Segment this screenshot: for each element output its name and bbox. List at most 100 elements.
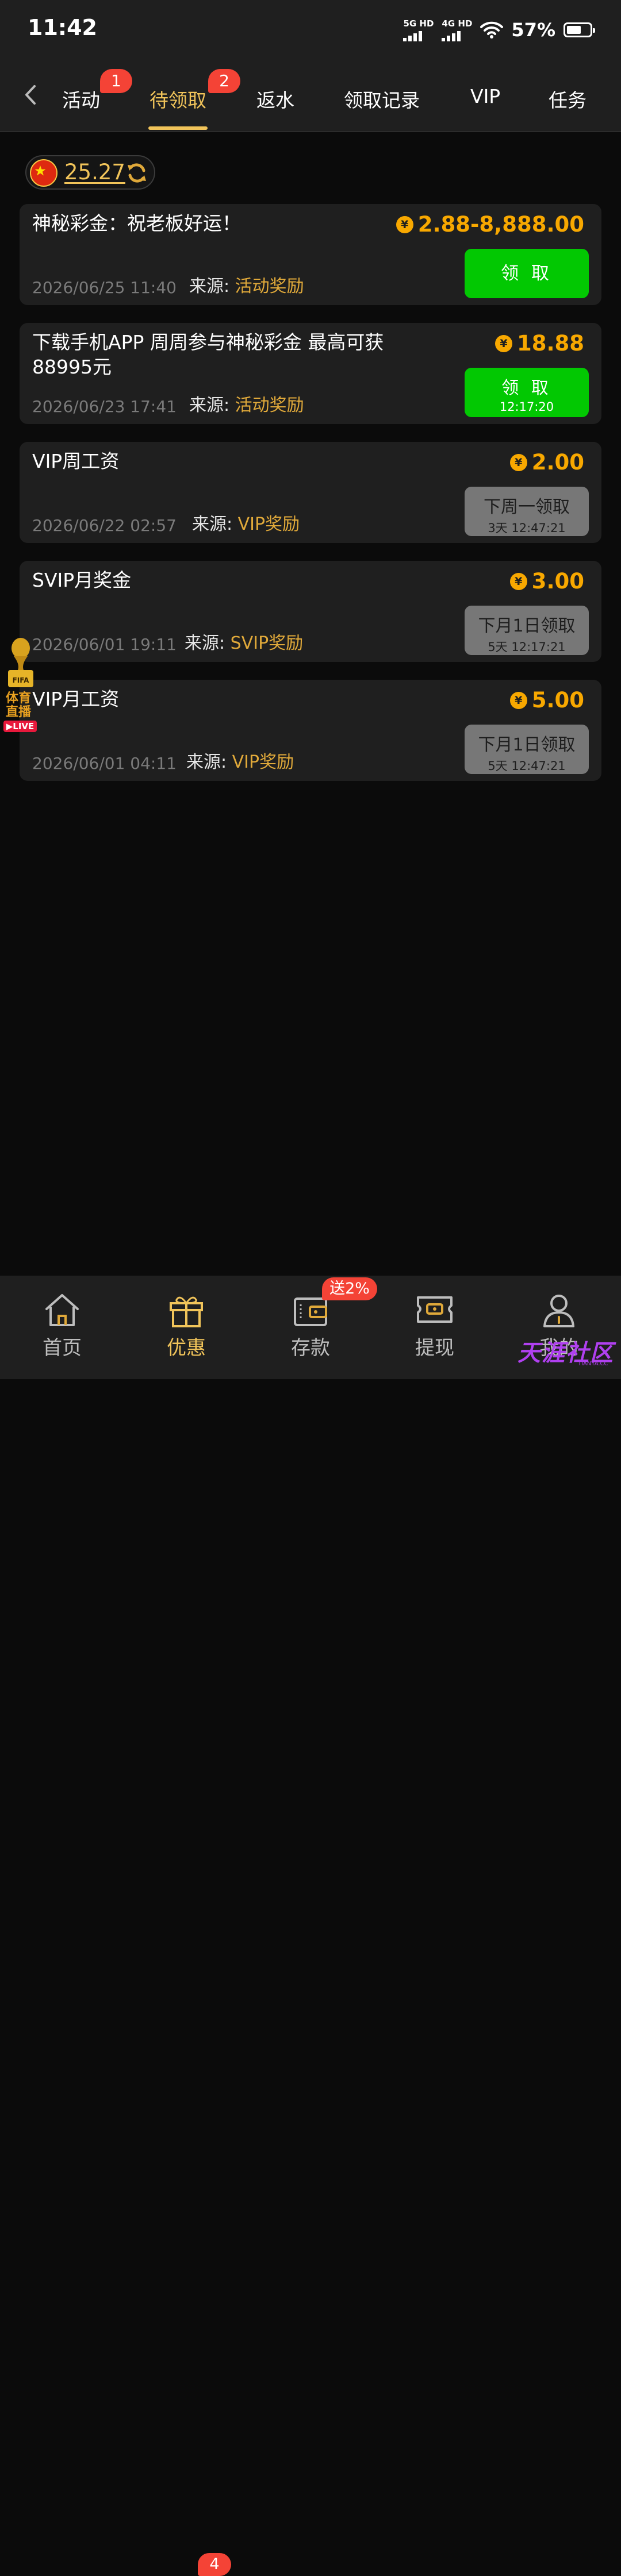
reward-date: 2026/06/01 19:11 <box>32 635 177 654</box>
china-flag-icon <box>30 159 57 187</box>
live-label: 直播 <box>6 705 32 719</box>
reward-title: VIP周工资 <box>32 450 120 472</box>
nav-home-label: 首页 <box>43 1337 82 1360</box>
tab-rebate[interactable]: 返水 <box>256 85 294 113</box>
tab-pending-claim[interactable]: 待领取 <box>150 85 206 113</box>
reward-amount-value: 3.00 <box>531 569 584 594</box>
source-prefix: 来源: <box>189 276 235 297</box>
claim-disabled-button[interactable]: 下周一领取 3天 12:47:21 <box>465 487 589 536</box>
reward-amount: ¥ 5.00 <box>509 688 584 713</box>
reward-amount: ¥ 2.88-8,888.00 <box>396 212 584 237</box>
nav-promotions[interactable]: 优惠 <box>146 1292 227 1360</box>
cash-icon <box>417 1296 453 1323</box>
claim-button[interactable]: 领 取 12:17:20 <box>465 368 589 417</box>
signal-4g: 4G HD <box>442 19 472 41</box>
tab-tasks[interactable]: 任务 <box>549 85 586 113</box>
reward-card: 神秘彩金：祝老板好运！ ¥ 2.88-8,888.00 2026/06/25 1… <box>20 204 601 305</box>
reward-source: 来源: VIP奖励 <box>186 748 294 773</box>
yen-coin-icon: ¥ <box>396 215 413 233</box>
back-arrow-icon[interactable] <box>17 80 46 109</box>
sports-live-floating-button[interactable]: FIFA 体育 直播 ▶LIVE <box>2 637 38 733</box>
claim-button-label: 领 取 <box>501 263 553 284</box>
gift-icon <box>170 1296 203 1327</box>
source-prefix: 来源: <box>185 633 231 653</box>
network-label-1: 5G HD <box>403 18 434 29</box>
claim-button-label: 下月1日领取 <box>478 735 576 755</box>
reward-source: 来源: 活动奖励 <box>189 272 304 297</box>
tab-bar: 活动 1 待领取 2 返水 领取记录 VIP 任务 <box>0 57 621 132</box>
tab-activities[interactable]: 活动 <box>62 85 100 113</box>
wifi-icon <box>480 21 504 38</box>
tab-vip[interactable]: VIP <box>470 85 500 107</box>
home-icon <box>45 1294 79 1326</box>
user-icon <box>543 1295 574 1327</box>
signal-5g: 5G HD <box>403 19 434 41</box>
claim-disabled-button[interactable]: 下月1日领取 5天 12:17:21 <box>465 606 589 655</box>
nav-withdraw[interactable]: 提现 <box>394 1292 475 1360</box>
claim-countdown: 12:17:20 <box>499 400 554 414</box>
source-prefix: 来源: <box>192 514 238 534</box>
reward-source: 来源: SVIP奖励 <box>185 629 303 654</box>
yen-coin-icon: ¥ <box>494 334 512 352</box>
claim-button-label: 下周一领取 <box>484 497 570 517</box>
source-value: VIP奖励 <box>237 514 300 534</box>
reward-date: 2026/06/23 17:41 <box>32 397 177 416</box>
reward-title: 神秘彩金：祝老板好运！ <box>32 212 241 234</box>
reward-title: SVIP月奖金 <box>32 569 132 591</box>
yen-coin-icon: ¥ <box>509 453 527 471</box>
signal-bars-icon <box>442 30 461 41</box>
balance-pill: 25.27 <box>25 155 155 190</box>
claim-button-label: 下月1日领取 <box>478 616 576 636</box>
source-value: 活动奖励 <box>235 276 304 297</box>
trophy-icon: FIFA <box>8 638 33 687</box>
clock: 11:42 <box>28 15 97 40</box>
promotions-badge: 4 <box>198 2553 231 2576</box>
reward-source: 来源: 活动奖励 <box>189 391 304 416</box>
live-badge: ▶LIVE <box>3 721 37 732</box>
tab-activities-badge: 1 <box>100 69 132 93</box>
watermark-sub: TIANYA.CC <box>578 1361 608 1367</box>
claim-disabled-button[interactable]: 下月1日领取 5天 12:47:21 <box>465 725 589 774</box>
reward-title: 下载手机APP 周周参与神秘彩金 最高可获88995元 <box>32 331 384 378</box>
reward-source: 来源: VIP奖励 <box>192 510 300 535</box>
balance-amount[interactable]: 25.27 <box>64 160 125 184</box>
live-badge-text: LIVE <box>13 721 34 731</box>
nav-promotions-label: 优惠 <box>167 1337 206 1360</box>
active-tab-indicator <box>148 126 208 130</box>
reward-amount: ¥ 3.00 <box>509 569 584 594</box>
source-prefix: 来源: <box>189 395 235 415</box>
reward-title: VIP月工资 <box>32 688 120 710</box>
reward-amount-value: 2.88-8,888.00 <box>417 212 584 237</box>
claim-countdown: 5天 12:47:21 <box>488 759 566 773</box>
refresh-icon[interactable] <box>125 161 148 184</box>
claim-button-label: 领 取 <box>501 378 552 398</box>
yen-coin-icon: ¥ <box>509 572 527 590</box>
reward-date: 2026/06/25 11:40 <box>32 278 177 297</box>
reward-amount: ¥ 2.00 <box>509 450 584 475</box>
network-label-2: 4G HD <box>442 18 473 29</box>
nav-deposit-label: 存款 <box>291 1337 330 1360</box>
reward-amount: ¥ 18.88 <box>494 331 584 356</box>
source-value: 活动奖励 <box>235 395 304 415</box>
reward-card: 下载手机APP 周周参与神秘彩金 最高可获88995元 ¥ 18.88 2026… <box>20 323 601 424</box>
tab-claim-records[interactable]: 领取记录 <box>344 85 420 113</box>
reward-amount-value: 2.00 <box>531 450 584 475</box>
nav-deposit[interactable]: 存款 <box>270 1292 351 1360</box>
reward-date: 2026/06/01 04:11 <box>32 754 177 773</box>
reward-date: 2026/06/22 02:57 <box>32 516 177 535</box>
source-value: VIP奖励 <box>232 752 294 772</box>
reward-amount-value: 5.00 <box>531 688 584 713</box>
nav-withdraw-label: 提现 <box>415 1337 454 1360</box>
battery-percent: 57% <box>511 19 555 41</box>
battery-icon <box>564 22 595 37</box>
source-value: SVIP奖励 <box>230 633 304 653</box>
nav-home[interactable]: 首页 <box>22 1292 102 1360</box>
sports-label: 体育 <box>6 691 32 706</box>
source-prefix: 来源: <box>186 752 232 772</box>
reward-card: SVIP月奖金 ¥ 3.00 2026/06/01 19:11 来源: SVIP… <box>20 561 601 662</box>
tab-pending-badge: 2 <box>208 69 240 93</box>
claim-countdown: 3天 12:47:21 <box>488 521 566 535</box>
fifa-label: FIFA <box>13 676 29 684</box>
signal-bars-icon <box>403 30 423 41</box>
claim-button[interactable]: 领 取 <box>465 249 589 298</box>
